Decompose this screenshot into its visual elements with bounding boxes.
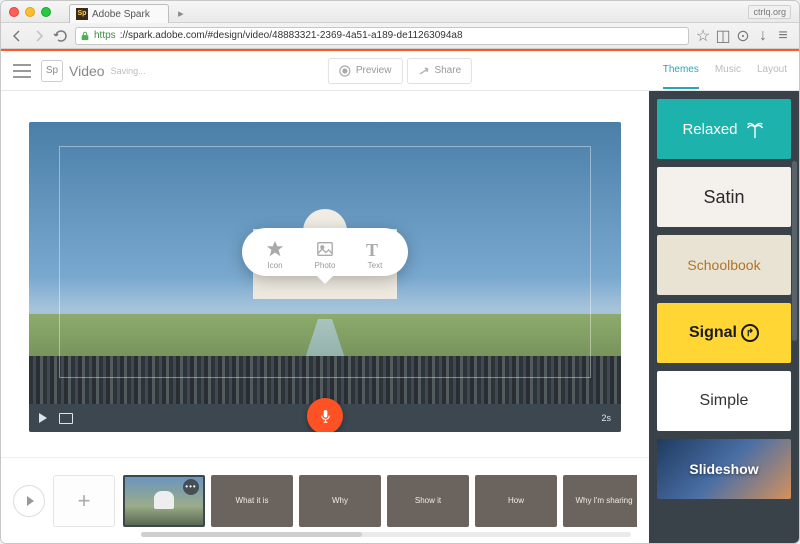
browser-tab-active[interactable]: Sp Adobe Spark (69, 4, 169, 23)
theme-label: Schoolbook (687, 257, 760, 273)
themes-scrollbar[interactable] (792, 161, 797, 341)
extension-badge: ctrlq.org (748, 5, 791, 19)
share-label: Share (434, 65, 461, 76)
palm-icon (744, 118, 766, 140)
tab-music[interactable]: Music (715, 64, 741, 77)
add-text-button[interactable]: T Text (360, 240, 390, 270)
theme-slideshow[interactable]: Slideshow (657, 439, 791, 499)
content-picker: Icon Photo T Text (242, 228, 408, 276)
star-icon (266, 240, 284, 258)
record-voice-button[interactable] (307, 398, 343, 432)
clip-label: Show it (415, 496, 441, 505)
app-header: Sp Video Saving... Preview Share Themes … (1, 51, 799, 91)
share-icon (417, 65, 429, 77)
add-photo-button[interactable]: Photo (310, 240, 340, 270)
clip-label: What it is (236, 496, 269, 505)
play-button[interactable] (39, 413, 47, 423)
layout-button[interactable] (59, 413, 73, 424)
share-button[interactable]: Share (406, 58, 472, 84)
clip-thumbnail[interactable]: What it is (211, 475, 293, 527)
address-bar: https ://spark.adobe.com/#design/video/48… (1, 23, 799, 49)
video-canvas[interactable]: Icon Photo T Text (29, 122, 621, 432)
url-text: ://spark.adobe.com/#design/video/4888332… (120, 30, 463, 41)
theme-label: Simple (700, 392, 749, 410)
extension-icons: ☆ ◫ ⊙ ↓ ≡ (695, 28, 791, 44)
preview-button[interactable]: Preview (328, 58, 403, 84)
clip-thumbnail[interactable]: Show it (387, 475, 469, 527)
timeline: + What it is Why Show it How Why I'm sha… (1, 457, 649, 543)
theme-label: Satin (703, 187, 744, 208)
preview-label: Preview (356, 65, 392, 76)
reload-button[interactable] (53, 28, 69, 44)
clip-thumbnail[interactable]: Why I'm sharing (563, 475, 637, 527)
slide-duration[interactable]: 2s (601, 413, 611, 423)
picker-label: Icon (267, 261, 282, 270)
add-slide-button[interactable]: + (53, 475, 115, 527)
theme-schoolbook[interactable]: Schoolbook (657, 235, 791, 295)
forward-button[interactable] (31, 28, 47, 44)
app-title: Video (69, 63, 105, 79)
add-icon-button[interactable]: Icon (260, 240, 290, 270)
picker-label: Text (368, 261, 383, 270)
url-scheme: https (94, 30, 116, 41)
extension-icon[interactable]: ☆ (695, 28, 711, 44)
clip-thumbnail[interactable]: How (475, 475, 557, 527)
clip-label: Why (332, 496, 348, 505)
tab-title: Adobe Spark (92, 9, 150, 20)
arrow-circle-icon: ↱ (741, 324, 759, 342)
theme-satin[interactable]: Satin (657, 167, 791, 227)
header-tabs: Themes Music Layout (663, 64, 787, 77)
window-controls (9, 7, 51, 17)
themes-list[interactable]: Relaxed Satin Schoolbook Signal ↱ Simple… (649, 91, 799, 507)
url-field[interactable]: https ://spark.adobe.com/#design/video/48… (75, 27, 689, 45)
new-tab-button[interactable]: ▸ (173, 7, 189, 21)
theme-relaxed[interactable]: Relaxed (657, 99, 791, 159)
timeline-scrollbar[interactable] (141, 532, 631, 537)
canvas-area: Icon Photo T Text (1, 91, 649, 457)
titlebar: Sp Adobe Spark ▸ ctrlq.org (1, 1, 799, 23)
eye-icon (339, 65, 351, 77)
theme-label: Signal (689, 324, 737, 342)
lock-icon (80, 31, 90, 41)
theme-label: Slideshow (689, 461, 758, 477)
tab-layout[interactable]: Layout (757, 64, 787, 77)
clips-strip[interactable]: What it is Why Show it How Why I'm shari… (123, 475, 637, 527)
clip-thumbnail[interactable]: Why (299, 475, 381, 527)
theme-label: Relaxed (682, 121, 737, 138)
themes-panel: Relaxed Satin Schoolbook Signal ↱ Simple… (649, 91, 799, 543)
spark-logo-icon: Sp (41, 60, 63, 82)
app-body: Icon Photo T Text (1, 91, 799, 543)
save-status: Saving... (111, 66, 146, 76)
menu-icon[interactable]: ≡ (775, 28, 791, 44)
editor: Icon Photo T Text (1, 91, 649, 543)
extension-icon[interactable]: ◫ (715, 28, 731, 44)
spark-app: Sp Video Saving... Preview Share Themes … (1, 51, 799, 543)
theme-signal[interactable]: Signal ↱ (657, 303, 791, 363)
maximize-window-icon[interactable] (41, 7, 51, 17)
text-icon: T (366, 240, 384, 258)
play-all-button[interactable] (13, 485, 45, 517)
browser-window: Sp Adobe Spark ▸ ctrlq.org https ://spark… (0, 0, 800, 544)
clip-label: How (508, 496, 524, 505)
minimize-window-icon[interactable] (25, 7, 35, 17)
menu-button[interactable] (13, 64, 31, 78)
extension-icon[interactable]: ↓ (755, 28, 771, 44)
favicon-icon: Sp (76, 8, 88, 20)
tab-themes[interactable]: Themes (663, 64, 699, 89)
picker-label: Photo (315, 261, 336, 270)
theme-simple[interactable]: Simple (657, 371, 791, 431)
clip-label: Why I'm sharing (575, 496, 632, 505)
tab-strip: Sp Adobe Spark ▸ (69, 4, 189, 23)
back-button[interactable] (9, 28, 25, 44)
header-actions: Preview Share (328, 58, 472, 84)
microphone-icon (318, 409, 333, 424)
extension-icon[interactable]: ⊙ (735, 28, 751, 44)
close-window-icon[interactable] (9, 7, 19, 17)
clip-thumbnail[interactable] (123, 475, 205, 527)
photo-icon (316, 240, 334, 258)
